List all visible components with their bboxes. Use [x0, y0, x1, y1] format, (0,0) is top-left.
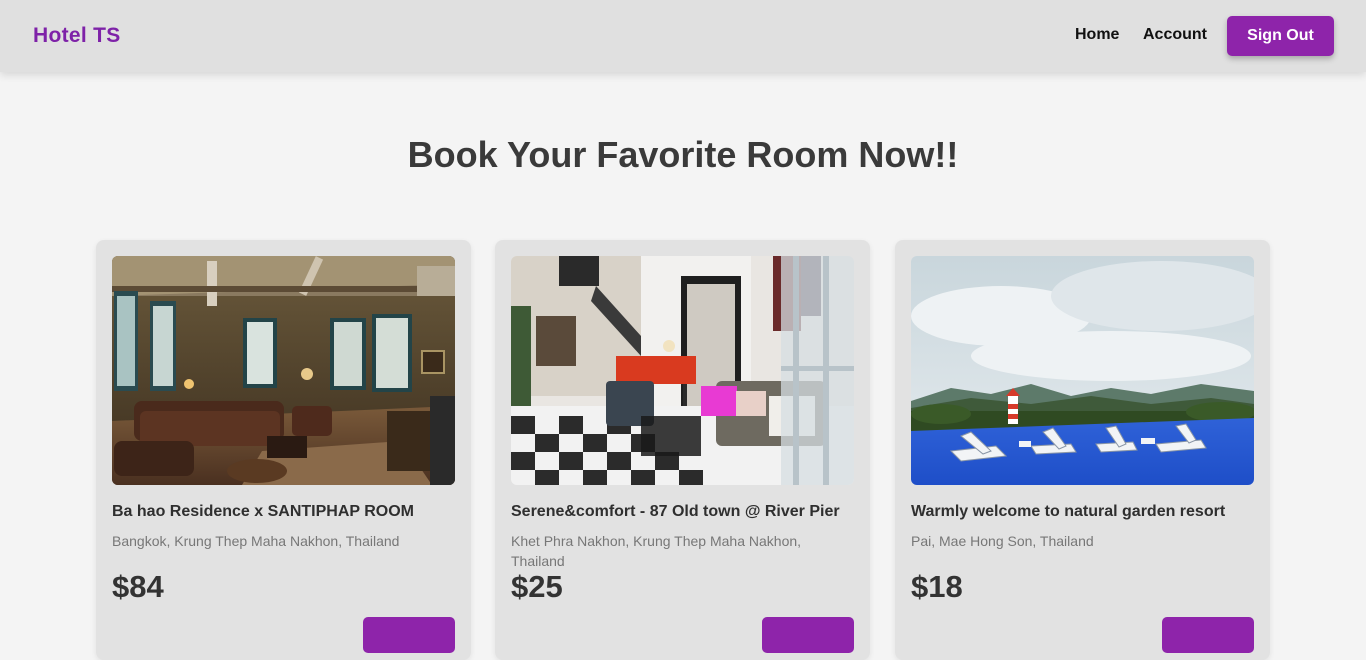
navbar: Hotel TS Home Account Sign Out [0, 0, 1366, 72]
brand-logo[interactable]: Hotel TS [33, 24, 121, 48]
nav-link-account[interactable]: Account [1143, 26, 1207, 44]
room-price: $25 [511, 569, 563, 604]
room-card: Ba hao Residence x SANTIPHAP ROOM Bangko… [96, 240, 471, 660]
room-card: Warmly welcome to natural garden resort … [895, 240, 1270, 660]
room-name[interactable]: Warmly welcome to natural garden resort [911, 503, 1254, 521]
pool-mountain-view-photo [911, 256, 1254, 485]
book-button[interactable] [762, 617, 854, 653]
book-button[interactable] [1162, 617, 1254, 653]
room-location: Khet Phra Nakhon, Krung Thep Maha Nakhon… [511, 533, 802, 569]
living-room-photo [112, 256, 455, 485]
room-price: $84 [112, 569, 164, 604]
page-title: Book Your Favorite Room Now!! [407, 134, 959, 175]
room-image-living-room[interactable] [112, 256, 455, 485]
sign-out-button[interactable]: Sign Out [1227, 16, 1334, 56]
room-name[interactable]: Serene&comfort - 87 Old town @ River Pie… [511, 503, 854, 521]
book-button[interactable] [363, 617, 455, 653]
room-image-lounge[interactable] [511, 256, 854, 485]
room-price: $18 [911, 569, 963, 604]
room-location: Bangkok, Krung Thep Maha Nakhon, Thailan… [112, 533, 400, 549]
lounge-interior-photo [511, 256, 854, 485]
room-image-pool-view[interactable] [911, 256, 1254, 485]
nav-link-home[interactable]: Home [1075, 26, 1119, 44]
room-name[interactable]: Ba hao Residence x SANTIPHAP ROOM [112, 503, 455, 521]
room-card: Serene&comfort - 87 Old town @ River Pie… [495, 240, 870, 660]
room-location: Pai, Mae Hong Son, Thailand [911, 533, 1094, 549]
